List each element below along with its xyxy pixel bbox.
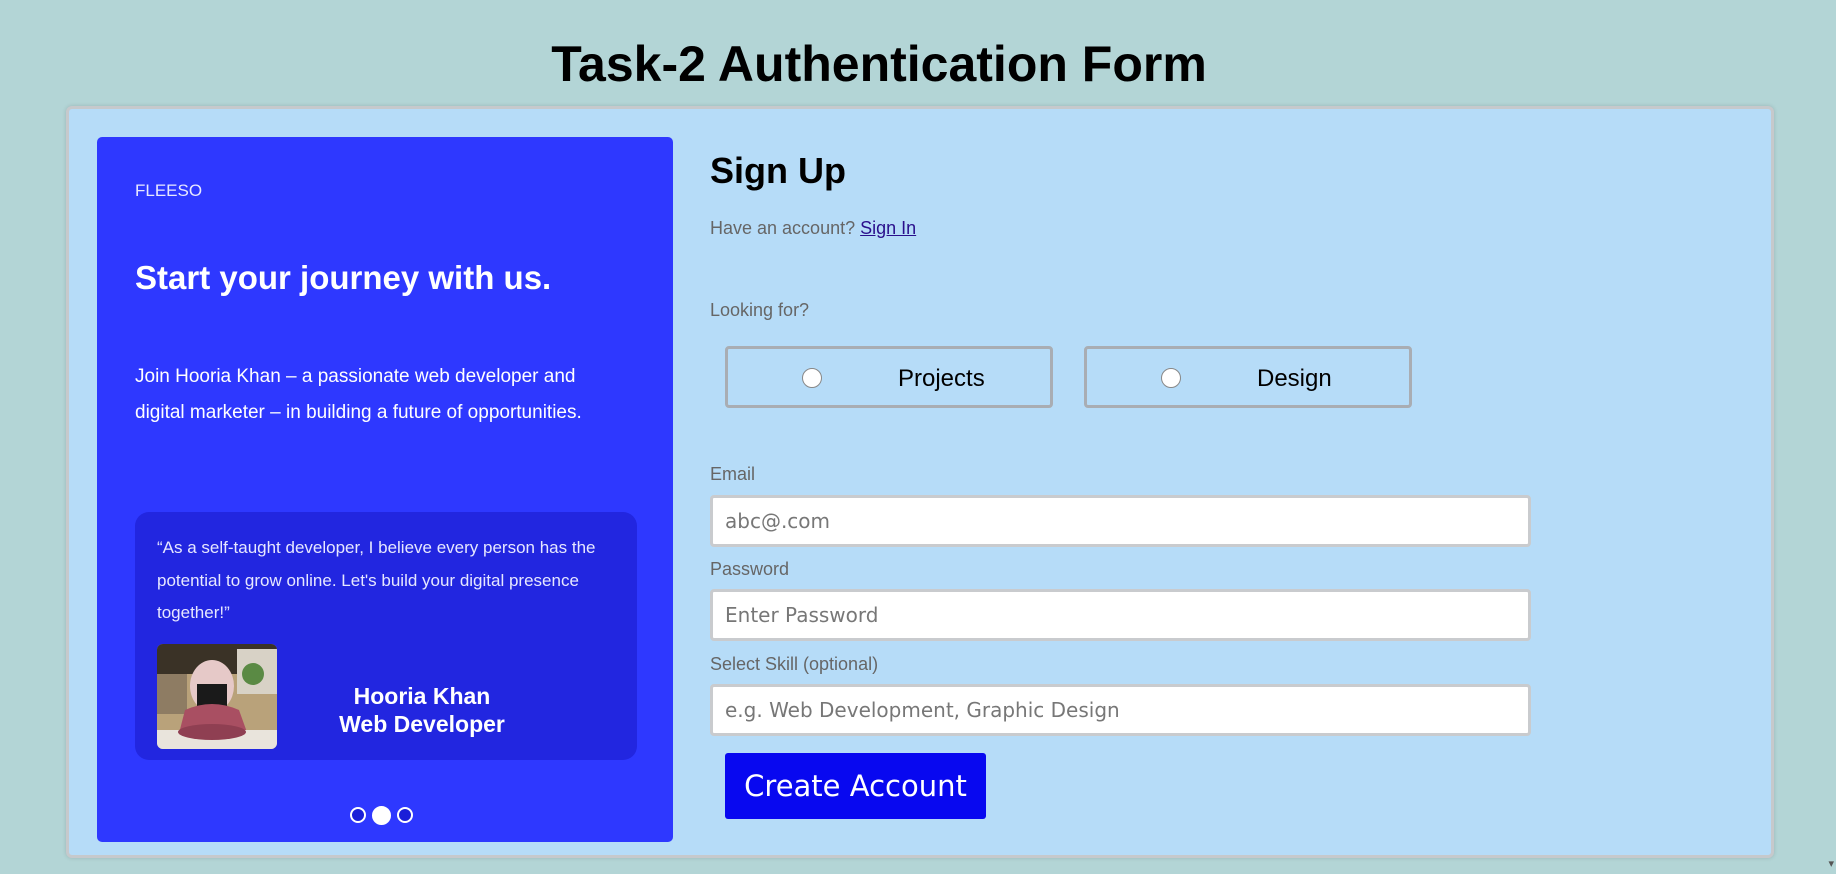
author-name: Hooria Khan (353, 683, 491, 709)
email-field[interactable] (710, 495, 1531, 547)
sign-in-link[interactable]: Sign In (860, 218, 916, 238)
carousel-dot-3[interactable] (397, 807, 413, 823)
avatar (157, 644, 277, 749)
promo-panel: FLEESO Start your journey with us. Join … (97, 137, 673, 842)
have-account-text: Have an account? (710, 218, 856, 238)
option-design[interactable]: Design (1084, 346, 1412, 408)
carousel-dot-2[interactable] (372, 806, 391, 825)
author-role: Web Developer (339, 711, 505, 737)
page-title: Task-2 Authentication Form (551, 36, 1207, 92)
testimonial-quote: “As a self-taught developer, I believe e… (157, 538, 596, 622)
testimonial-card: “As a self-taught developer, I believe e… (135, 512, 637, 760)
promo-headline: Start your journey with us. (135, 259, 552, 296)
skill-label: Select Skill (optional) (710, 654, 879, 674)
email-label: Email (710, 464, 756, 484)
option-projects[interactable]: Projects (725, 346, 1053, 408)
projects-radio[interactable] (802, 368, 822, 388)
carousel-dots (350, 806, 413, 825)
scroll-down-icon[interactable]: ▾ (1828, 857, 1834, 870)
testimonial-author: Hooria Khan Web Developer (277, 682, 567, 738)
skill-field[interactable] (710, 684, 1531, 736)
form-title: Sign Up (710, 150, 846, 191)
design-label: Design (1257, 365, 1332, 392)
promo-intro: Join Hooria Khan – a passionate web deve… (135, 366, 582, 423)
carousel-dot-1[interactable] (350, 807, 366, 823)
projects-label: Projects (898, 365, 985, 392)
avatar-photo (157, 644, 277, 749)
brand-name: FLEESO (135, 181, 203, 200)
looking-for-label: Looking for? (710, 300, 810, 320)
password-label: Password (710, 559, 790, 579)
password-field[interactable] (710, 589, 1531, 641)
create-account-button[interactable]: Create Account (725, 753, 986, 819)
have-account-row: Have an account? Sign In (710, 218, 916, 239)
design-radio[interactable] (1161, 368, 1181, 388)
